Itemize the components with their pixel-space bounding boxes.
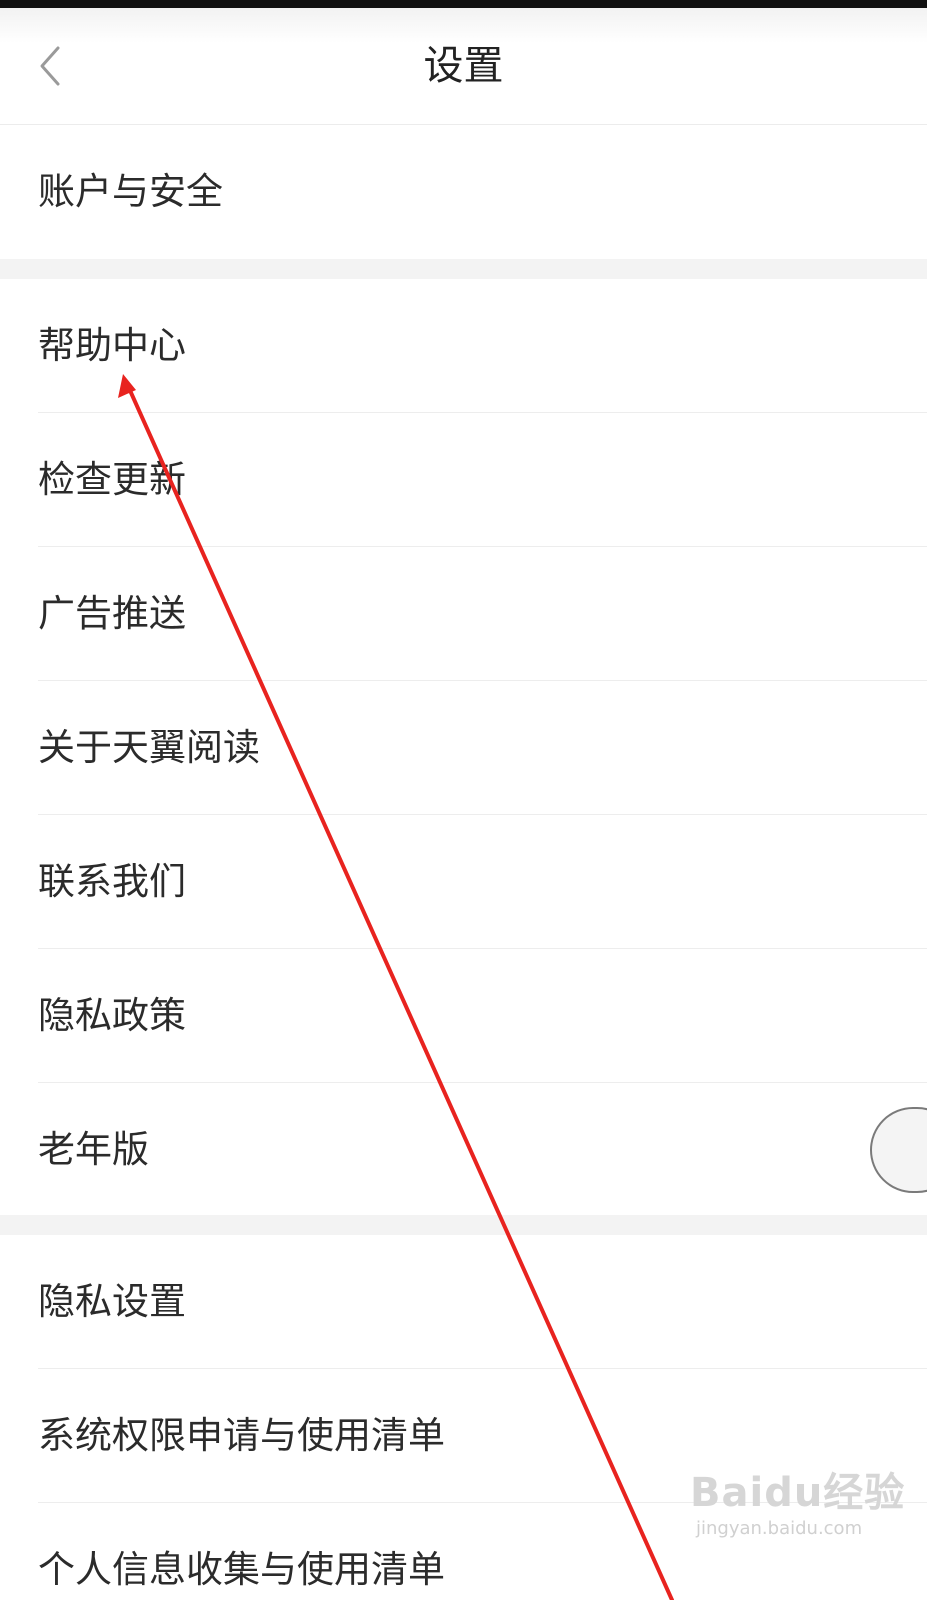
elder-mode-toggle[interactable] — [870, 1107, 927, 1193]
settings-item-permissions-list[interactable]: 系统权限申请与使用清单 — [0, 1369, 927, 1503]
section-separator — [0, 259, 927, 279]
settings-item-label: 联系我们 — [38, 860, 186, 903]
settings-item-label: 隐私设置 — [38, 1280, 186, 1323]
settings-screen: 设置 账户与安全 帮助中心 检查更新 广告推送 关于天翼阅读 联系我们 隐私政策… — [0, 0, 927, 1600]
settings-item-label: 老年版 — [38, 1128, 149, 1171]
settings-item-label: 关于天翼阅读 — [38, 726, 260, 769]
settings-item-check-update[interactable]: 检查更新 — [0, 413, 927, 547]
settings-item-privacy-policy[interactable]: 隐私政策 — [0, 949, 927, 1083]
section-separator — [0, 1215, 927, 1235]
settings-item-personal-info-list[interactable]: 个人信息收集与使用清单 — [0, 1503, 927, 1600]
settings-item-label: 帮助中心 — [38, 324, 186, 367]
settings-item-privacy-settings[interactable]: 隐私设置 — [0, 1235, 927, 1369]
settings-item-label: 检查更新 — [38, 458, 186, 501]
header-bar: 设置 — [0, 8, 927, 125]
settings-item-elder-mode: 老年版 — [0, 1083, 927, 1217]
settings-item-label: 账户与安全 — [38, 170, 223, 213]
settings-item-label: 隐私政策 — [38, 994, 186, 1037]
settings-item-contact-us[interactable]: 联系我们 — [0, 815, 927, 949]
status-bar — [0, 0, 927, 8]
settings-item-about[interactable]: 关于天翼阅读 — [0, 681, 927, 815]
page-title: 设置 — [423, 43, 504, 89]
settings-item-ad-push[interactable]: 广告推送 — [0, 547, 927, 681]
settings-item-account-security[interactable]: 账户与安全 — [0, 125, 927, 259]
settings-item-label: 个人信息收集与使用清单 — [38, 1548, 445, 1591]
settings-item-help-center[interactable]: 帮助中心 — [0, 279, 927, 413]
settings-item-label: 广告推送 — [38, 592, 186, 635]
settings-item-label: 系统权限申请与使用清单 — [38, 1414, 445, 1457]
